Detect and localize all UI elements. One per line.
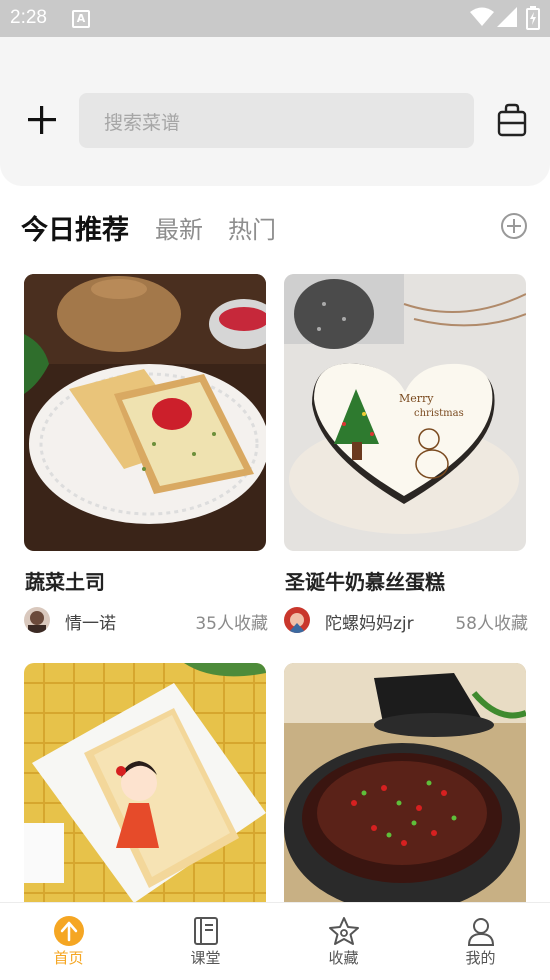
author-name[interactable]: 情一诺: [65, 609, 116, 634]
status-time: 2:28: [10, 7, 47, 28]
recipe-image[interactable]: [284, 663, 526, 940]
author-name[interactable]: 陀螺妈妈zjr: [325, 609, 414, 634]
recipe-card[interactable]: [284, 663, 526, 940]
tab-today[interactable]: 今日推荐: [21, 208, 129, 247]
add-category-icon[interactable]: [500, 212, 528, 240]
favorites-count: 58人收藏: [455, 614, 528, 634]
header: 搜索菜谱: [0, 37, 550, 186]
recipe-meta: 陀螺妈妈zjr 58人收藏: [284, 607, 528, 637]
svg-text:christmas: christmas: [414, 408, 464, 419]
tab-hot[interactable]: 热门: [228, 210, 276, 245]
home-arrow-icon: [54, 916, 84, 946]
nav-profile-label: 我的: [465, 949, 496, 967]
nav-classroom[interactable]: 课堂: [137, 903, 274, 980]
search-placeholder: 搜索菜谱: [104, 112, 181, 134]
category-tabs: 今日推荐 最新 热门: [0, 186, 550, 266]
nav-home[interactable]: 首页: [0, 903, 137, 980]
favorites-count: 35人收藏: [195, 614, 268, 634]
avatar[interactable]: [284, 607, 310, 633]
nav-favorites-label: 收藏: [328, 949, 359, 967]
nav-classroom-label: 课堂: [190, 949, 221, 967]
tab-latest[interactable]: 最新: [155, 210, 203, 245]
recipe-meta: 情一诺 35人收藏: [24, 607, 268, 637]
star-icon: [329, 917, 359, 945]
add-icon[interactable]: [26, 104, 58, 136]
status-bar: 2:28 A: [0, 0, 550, 37]
notification-icon: A: [72, 10, 90, 28]
battery-icon: [526, 6, 540, 30]
recipe-card[interactable]: 蔬菜土司 情一诺 35人收藏: [24, 274, 268, 634]
book-icon: [194, 917, 218, 945]
nav-home-label: 首页: [53, 949, 84, 967]
recipe-card[interactable]: [24, 663, 266, 940]
search-input[interactable]: 搜索菜谱: [79, 93, 474, 148]
avatar[interactable]: [24, 607, 50, 633]
svg-text:Merry: Merry: [399, 392, 434, 405]
nav-profile[interactable]: 我的: [412, 903, 549, 980]
recipe-card[interactable]: Merry christmas 圣诞牛奶慕丝蛋糕 陀螺妈妈zjr 58人收藏: [284, 274, 528, 634]
shopping-bag-icon[interactable]: [496, 103, 528, 137]
user-icon: [467, 918, 495, 946]
nav-favorites[interactable]: 收藏: [275, 903, 412, 980]
wifi-icon: [470, 7, 494, 26]
signal-icon: [497, 7, 517, 27]
bottom-nav: 首页 课堂 收藏 我的: [0, 902, 550, 980]
recipe-image[interactable]: [24, 274, 266, 551]
recipe-title: 圣诞牛奶慕丝蛋糕: [285, 570, 445, 594]
recipe-title: 蔬菜土司: [25, 570, 105, 594]
recipe-image[interactable]: Merry christmas: [284, 274, 526, 551]
recipe-image[interactable]: [24, 663, 266, 940]
